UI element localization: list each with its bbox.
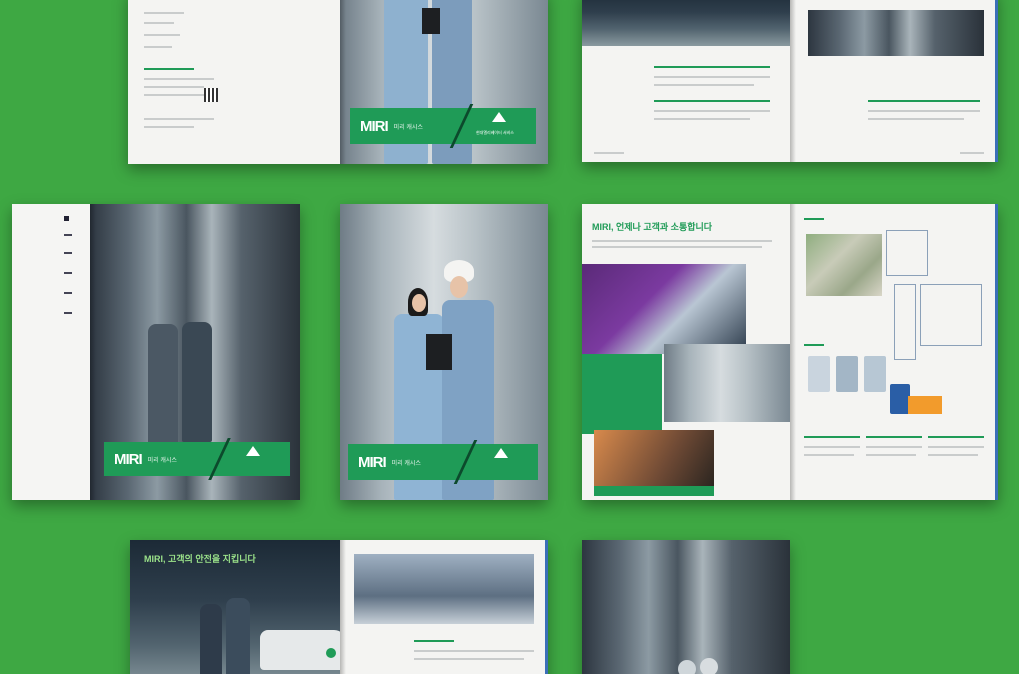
back-page — [128, 0, 340, 164]
brochure-bottom-right — [582, 540, 790, 674]
spread-heading-2: MIRI, 고객의 안전을 지킵니다 — [144, 554, 256, 564]
triangle-icon — [492, 112, 506, 122]
cover-page: MIRI 미리 캐시스 현대엘리베이터 서비스 — [340, 0, 548, 164]
qr-code-icon — [204, 88, 218, 102]
brochure-front-cover: MIRI 미리 캐시스 — [340, 204, 548, 500]
front-cover-band: MIRI 미리 캐시스 — [348, 444, 538, 480]
cover-badge: 현대엘리베이터 서비스 — [476, 130, 514, 135]
logo-3: MIRI — [358, 453, 387, 471]
triangle-icon — [246, 446, 260, 456]
brochure-middle-right: MIRI, 언제나 고객과 소통합니다 — [582, 204, 998, 500]
logo-2: MIRI — [114, 450, 143, 468]
spread-heading: MIRI, 언제나 고객과 소통합니다 — [592, 222, 713, 232]
triangle-icon — [494, 448, 508, 458]
logo: MIRI — [360, 117, 389, 135]
brochure-top-left: MIRI 미리 캐시스 현대엘리베이터 서비스 — [128, 0, 548, 164]
cover-green-band: MIRI 미리 캐시스 — [350, 108, 536, 144]
brochure-bottom-left: MIRI, 고객의 안전을 지킵니다 — [130, 540, 548, 674]
brochure-middle-left: MIRI 미리 캐시스 — [12, 204, 300, 500]
brochure-mockup-scene: MIRI 미리 캐시스 현대엘리베이터 서비스 MIRI 미리 캐시스 MIRI… — [0, 0, 1019, 674]
brochure-top-right — [582, 0, 998, 162]
logo-subtitle: 미리 캐시스 — [393, 124, 423, 131]
